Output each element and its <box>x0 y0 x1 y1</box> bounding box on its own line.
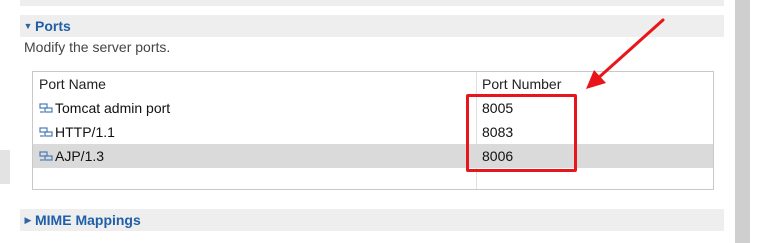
mime-mappings-section-header[interactable]: ▶ MIME Mappings <box>20 209 724 231</box>
mime-mappings-title: MIME Mappings <box>35 212 141 228</box>
annotation-arrow-icon <box>586 18 665 89</box>
chevron-right-icon[interactable]: ▶ <box>21 215 35 226</box>
